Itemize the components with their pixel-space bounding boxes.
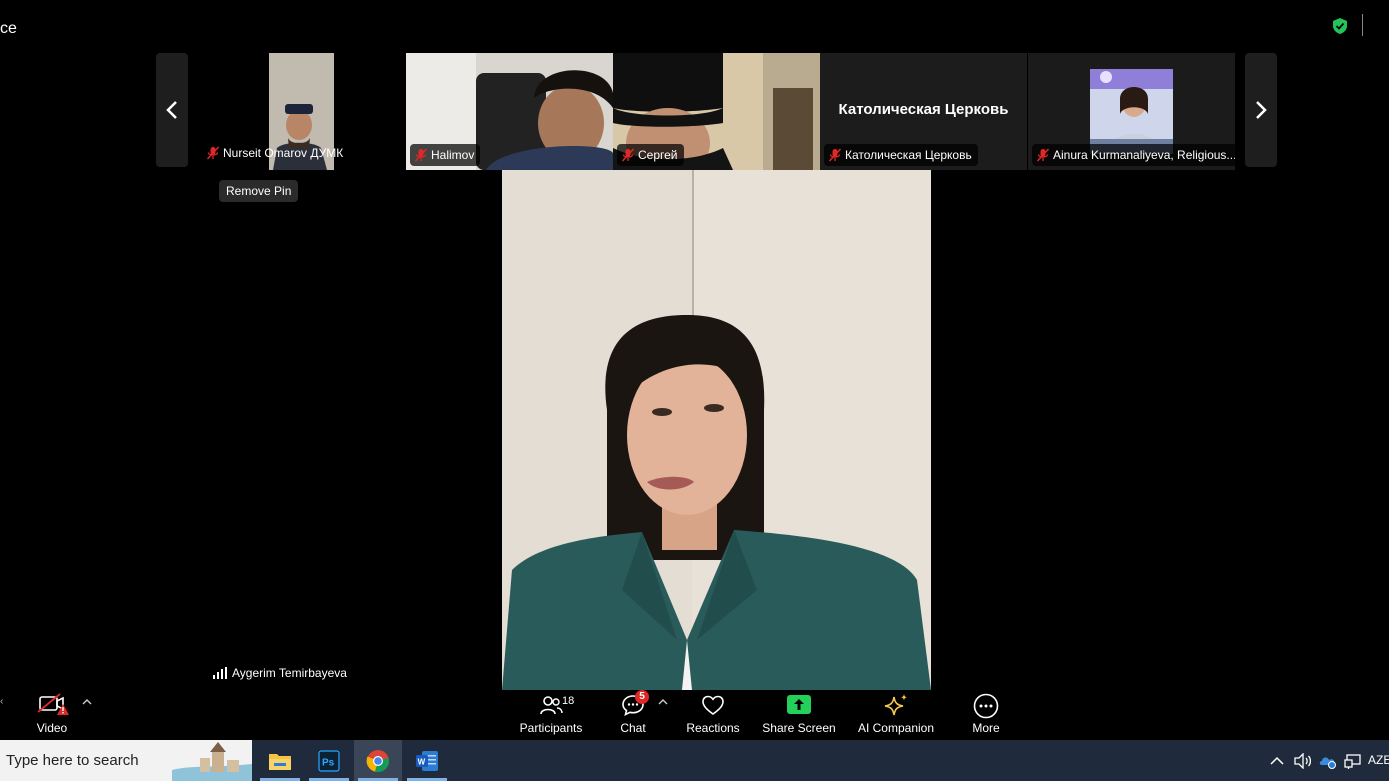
- photoshop-icon: Ps: [318, 749, 340, 772]
- chat-label: Chat: [620, 721, 646, 735]
- participant-name: Ainura Kurmanaliyeva, Religious...: [1053, 148, 1235, 162]
- taskbar-chrome[interactable]: [354, 740, 402, 781]
- participant-video: [1090, 69, 1173, 154]
- ai-companion-button[interactable]: AI Companion: [855, 690, 937, 740]
- video-off-icon: [37, 693, 69, 715]
- muted-mic-icon: [414, 148, 428, 162]
- share-screen-button[interactable]: Share Screen: [762, 690, 836, 740]
- ai-sparkle-icon: [884, 694, 907, 716]
- share-screen-label: Share Screen: [762, 721, 836, 735]
- speaker-name: Aygerim Temirbayeva: [232, 666, 347, 680]
- speaker-video-image: [502, 170, 931, 690]
- taskbar-search[interactable]: [0, 740, 252, 781]
- participants-count: 18: [562, 695, 575, 707]
- remove-pin-button[interactable]: Remove Pin: [219, 180, 299, 202]
- svg-text:Ps: Ps: [322, 757, 335, 768]
- chrome-icon: [366, 749, 389, 772]
- shield-check-icon[interactable]: [1333, 18, 1347, 34]
- participant-name-tag: Католическая Церковь: [824, 144, 978, 166]
- network-icon[interactable]: [1344, 753, 1362, 769]
- chevron-up-icon[interactable]: [1270, 756, 1284, 766]
- participants-label: Participants: [519, 721, 583, 735]
- title-bar: ce: [0, 0, 1389, 52]
- gallery-prev-button[interactable]: [156, 53, 188, 167]
- chevron-right-icon: [1256, 101, 1267, 119]
- chat-unread-badge: 5: [635, 690, 649, 704]
- participant-name: Nurseit Omarov ДУМК: [223, 146, 344, 160]
- participant-name-tag: Halimov: [410, 144, 481, 166]
- participant-name-tag: Ainura Kurmanaliyeva, Religious...: [1032, 144, 1235, 166]
- participant-tile-nurseit[interactable]: Nurseit Omarov ДУМК: [198, 53, 405, 170]
- participant-tile-catholic-church[interactable]: Католическая Церковь Католическая Церков…: [820, 53, 1027, 170]
- video-button[interactable]: Video: [28, 690, 76, 740]
- heart-icon: [702, 695, 724, 715]
- reactions-label: Reactions: [686, 721, 740, 735]
- windows-taskbar: Ps W: [0, 740, 1389, 781]
- gallery-next-button[interactable]: [1245, 53, 1277, 167]
- participant-name: Католическая Церковь: [845, 148, 972, 162]
- participant-name: Сергей: [638, 148, 678, 162]
- muted-mic-icon: [206, 146, 220, 160]
- taskbar-photoshop[interactable]: Ps: [305, 740, 353, 781]
- taskbar-file-explorer[interactable]: [256, 740, 304, 781]
- window-title: ce: [0, 20, 17, 37]
- word-icon: W: [416, 750, 438, 771]
- share-screen-icon: [787, 695, 811, 714]
- system-tray: [1270, 740, 1362, 781]
- participant-tile-ainura[interactable]: Ainura Kurmanaliyeva, Religious...: [1028, 53, 1235, 170]
- participant-name: Halimov: [431, 148, 475, 162]
- muted-mic-icon: [828, 148, 842, 162]
- participant-display-name: Католическая Церковь: [838, 101, 1009, 118]
- svg-text:W: W: [418, 757, 426, 766]
- chat-button[interactable]: Chat 5: [611, 690, 655, 740]
- ai-companion-label: AI Companion: [857, 721, 935, 735]
- signal-strength-icon: [213, 667, 227, 679]
- meeting-toolbar: ‹ Video Participants 18 Chat 5 Reactions…: [0, 690, 1389, 740]
- search-highlight-icon: [172, 740, 252, 781]
- participants-icon: [540, 696, 563, 715]
- muted-mic-icon: [621, 148, 635, 162]
- speaker-name-label: Aygerim Temirbayeva: [213, 666, 347, 680]
- taskbar-search-input[interactable]: [0, 740, 180, 781]
- video-label: Video: [36, 721, 68, 735]
- muted-mic-icon: [1036, 148, 1050, 162]
- participant-name-tag: Nurseit Omarov ДУМК: [202, 142, 349, 164]
- taskbar-word[interactable]: W: [403, 740, 451, 781]
- title-divider: [1362, 14, 1363, 36]
- more-label: More: [972, 721, 1000, 735]
- more-dots-icon: [973, 693, 999, 719]
- participant-tile-sergey[interactable]: Сергей: [613, 53, 820, 170]
- video-options-caret-icon[interactable]: [82, 698, 92, 706]
- more-button[interactable]: More: [966, 690, 1006, 740]
- toolbar-edge-caret: ‹: [0, 696, 4, 707]
- participants-button[interactable]: Participants 18: [516, 690, 586, 740]
- chevron-left-icon: [166, 101, 177, 119]
- file-explorer-icon: [269, 753, 291, 770]
- reactions-button[interactable]: Reactions: [683, 690, 743, 740]
- participant-tile-halimov[interactable]: Halimov: [406, 53, 613, 170]
- active-speaker-video: [502, 170, 931, 690]
- onedrive-sync-icon[interactable]: [1318, 753, 1338, 769]
- participant-name-tag: Сергей: [617, 144, 684, 166]
- chat-options-caret-icon[interactable]: [658, 698, 668, 706]
- volume-icon[interactable]: [1294, 752, 1312, 769]
- input-language-indicator[interactable]: AZE: [1368, 753, 1389, 767]
